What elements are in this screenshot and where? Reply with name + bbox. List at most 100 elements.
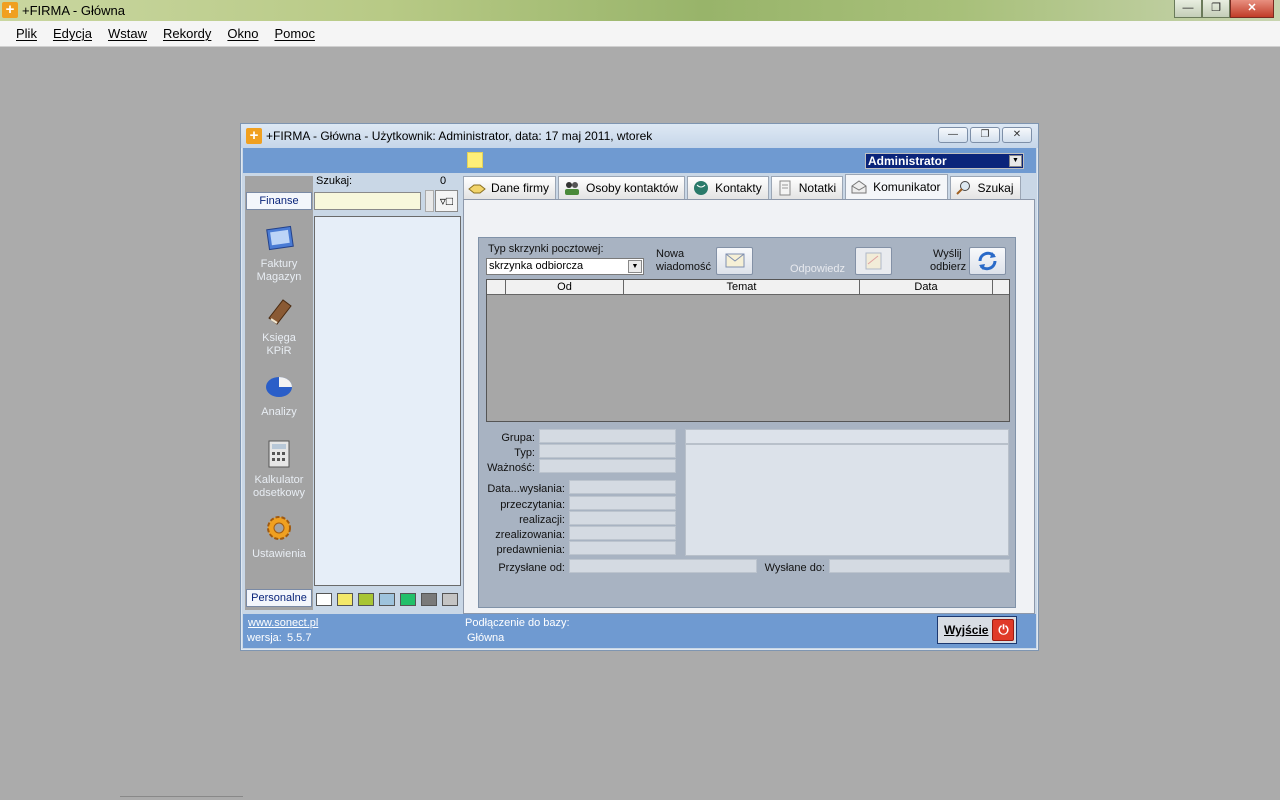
pie-chart-icon	[266, 377, 292, 397]
refresh-icon	[978, 251, 997, 271]
nav-item-kalkulator[interactable]: Kalkulator odsetkowy	[245, 438, 313, 500]
message-body-field[interactable]	[685, 444, 1009, 556]
color-swatch-lightgray[interactable]	[442, 593, 458, 606]
menu-rekordy[interactable]: Rekordy	[155, 26, 219, 41]
tab-dane-firmy[interactable]: Dane firmy	[463, 176, 557, 199]
contractor-list[interactable]	[314, 216, 461, 586]
minimize-icon[interactable]: —	[1174, 0, 1202, 18]
menu-edycja[interactable]: Edycja	[45, 26, 100, 41]
color-swatch-green[interactable]	[400, 593, 416, 606]
menu-okno[interactable]: Okno	[219, 26, 266, 41]
column-header-from[interactable]: Od	[506, 280, 624, 294]
column-header-select[interactable]	[487, 280, 506, 294]
sent-from-field[interactable]	[569, 559, 757, 573]
date-executed-field[interactable]	[569, 526, 676, 540]
nav-item-ustawienia[interactable]: Ustawienia	[245, 512, 313, 561]
tab-label: Osoby kontaktów	[586, 181, 679, 195]
app-title: +FIRMA - Główna	[22, 3, 125, 18]
nav-item-ksiega[interactable]: Księga KPiR	[245, 296, 313, 358]
column-header-date[interactable]: Data	[860, 280, 993, 294]
version-value: 5.5.7	[287, 632, 312, 644]
user-select[interactable]: Administrator ▼	[865, 153, 1024, 169]
left-nav: Finanse Faktury Magazyn Księga KPiR Anal…	[245, 176, 313, 610]
color-swatch-gray[interactable]	[421, 593, 437, 606]
color-swatch-lime[interactable]	[358, 593, 374, 606]
tab-notatki[interactable]: Notatki	[770, 176, 844, 199]
nav-item-label: KPiR	[266, 345, 292, 357]
window-controls: — ❐ ✕	[1174, 0, 1274, 18]
restore-icon[interactable]: ❐	[970, 127, 1000, 143]
mailbox-type-select[interactable]: skrzynka odbiorcza ▼	[486, 258, 644, 275]
filter-icon[interactable]: ▿□	[435, 190, 458, 212]
nav-item-label: Faktury	[260, 258, 298, 270]
date-expiry-field[interactable]	[569, 541, 676, 555]
close-icon[interactable]: ✕	[1002, 127, 1032, 143]
tab-kontakty[interactable]: Kontakty	[687, 176, 769, 199]
app-titlebar: + +FIRMA - Główna — ❐ ✕	[0, 0, 1280, 21]
tab-szukaj[interactable]: Szukaj	[949, 176, 1021, 199]
tab-label: Dane firmy	[491, 181, 550, 195]
reply-envelope-icon	[865, 252, 882, 270]
date-execution-field[interactable]	[569, 511, 676, 525]
tab-label: Kontakty	[715, 181, 762, 195]
sent-to-field[interactable]	[829, 559, 1010, 573]
main-window: + +FIRMA - Główna - Użytkownik: Administ…	[240, 123, 1039, 651]
send-receive-label: Wyślij	[933, 248, 962, 260]
type-field[interactable]	[539, 444, 676, 458]
send-receive-label: odbierz	[930, 261, 967, 273]
nav-item-faktury[interactable]: Faktury Magazyn	[245, 222, 313, 284]
importance-field[interactable]	[539, 459, 676, 473]
group-label: Grupa:	[501, 432, 535, 444]
type-label: Typ:	[514, 447, 535, 459]
tab-label: Notatki	[798, 181, 837, 195]
reply-label: Odpowiedz	[790, 263, 846, 275]
color-swatch-yellow[interactable]	[337, 593, 353, 606]
messages-table[interactable]: Od Temat Data	[486, 279, 1010, 422]
chevron-down-icon[interactable]: ▼	[628, 260, 642, 273]
nav-tab-personalne[interactable]: Personalne	[246, 589, 312, 607]
nav-item-analizy[interactable]: Analizy	[245, 370, 313, 419]
date-read-field[interactable]	[569, 496, 676, 510]
app-logo-icon: +	[2, 2, 18, 18]
date-sent-field[interactable]	[569, 480, 676, 494]
menu-pomoc[interactable]: Pomoc	[266, 26, 322, 41]
nav-item-label: Księga	[262, 332, 296, 344]
group-field[interactable]	[539, 429, 676, 443]
date-sent-label: Data...wysłania:	[487, 483, 565, 495]
db-connection-label: Podłączenie do bazy:	[465, 617, 570, 629]
color-swatch-white[interactable]	[316, 593, 332, 606]
tab-bar: Dane firmy Osoby kontaktów Kontakty Nota…	[463, 174, 1023, 199]
search-input[interactable]	[314, 192, 421, 210]
version-label: wersja:	[247, 632, 282, 644]
sent-to-label: Wysłane do:	[764, 562, 825, 574]
tab-label: Komunikator	[873, 180, 941, 194]
menu-plik[interactable]: Plik	[8, 26, 45, 41]
gear-icon	[267, 516, 291, 540]
komunikator-panel: Typ skrzynki pocztowej: skrzynka odbiorc…	[478, 237, 1016, 608]
send-receive-button[interactable]	[969, 247, 1006, 275]
minimize-icon[interactable]: —	[938, 127, 968, 143]
menu-wstaw[interactable]: Wstaw	[100, 26, 155, 41]
user-select-value: Administrator	[868, 154, 947, 168]
main-window-titlebar: + +FIRMA - Główna - Użytkownik: Administ…	[241, 124, 1038, 148]
maximize-icon[interactable]: ❐	[1202, 0, 1230, 18]
exit-button[interactable]: Wyjście ⏻	[937, 616, 1017, 644]
close-icon[interactable]: ✕	[1230, 0, 1274, 18]
chevron-down-icon[interactable]: ▼	[1009, 155, 1022, 167]
message-subject-field[interactable]	[685, 429, 1009, 444]
column-header-subject[interactable]: Temat	[624, 280, 860, 294]
color-swatch-blue[interactable]	[379, 593, 395, 606]
tab-osoby-kontaktow[interactable]: Osoby kontaktów	[558, 176, 686, 199]
search-clear-button[interactable]	[425, 190, 434, 212]
new-message-button[interactable]	[716, 247, 753, 275]
date-executed-label: zrealizowania:	[495, 529, 565, 541]
reply-button[interactable]	[855, 247, 892, 275]
status-bar: www.sonect.pl wersja: 5.5.7 Podłączenie …	[243, 614, 1036, 648]
book-icon	[268, 299, 292, 325]
magnifier-icon	[955, 181, 970, 195]
nav-tab-finanse[interactable]: Finanse	[246, 192, 312, 210]
exit-label: Wyjście	[944, 623, 989, 637]
tab-komunikator[interactable]: Komunikator	[845, 174, 948, 199]
website-link[interactable]: www.sonect.pl	[248, 617, 318, 629]
note-color-icon[interactable]	[467, 152, 483, 168]
